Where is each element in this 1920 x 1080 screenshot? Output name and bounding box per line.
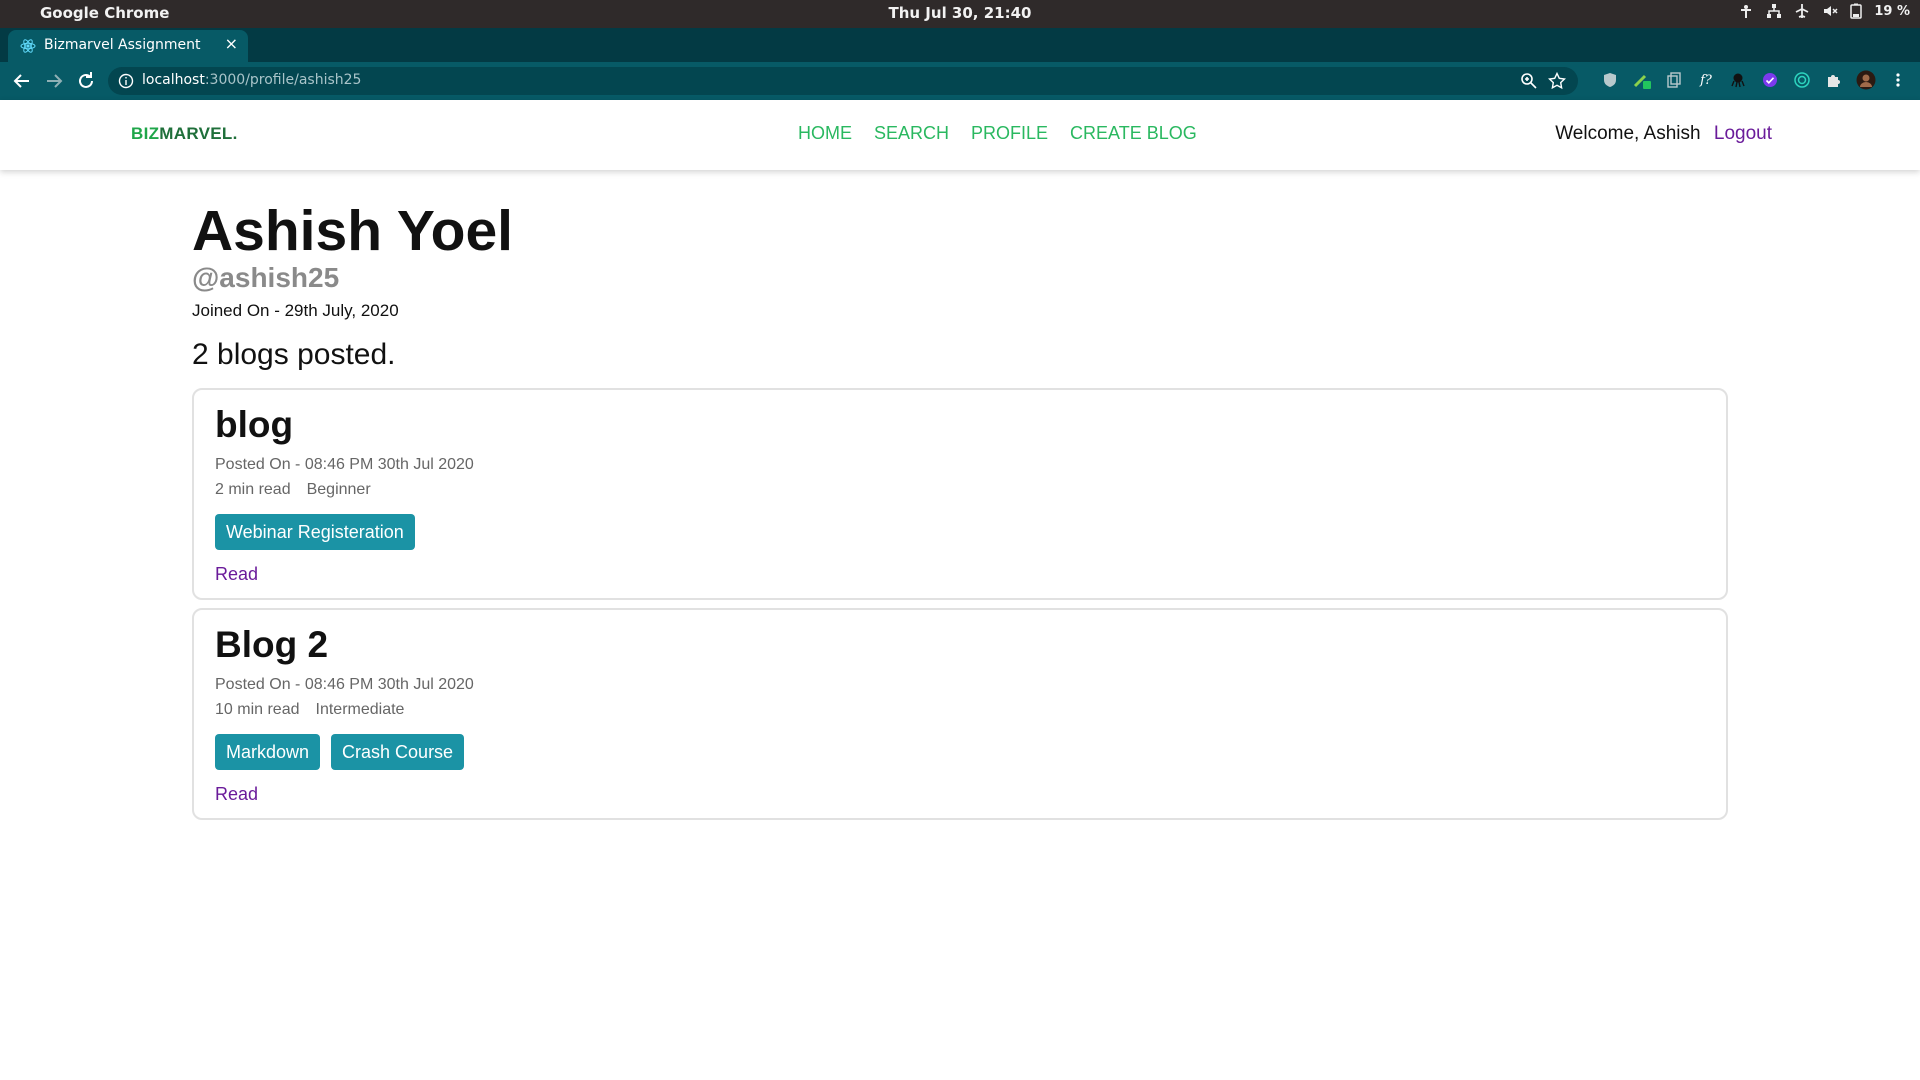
blog-read-time: 10 min read: [215, 701, 300, 718]
logo-marvel: MARVEL.: [159, 124, 238, 143]
extensions-bar: f?: [1600, 70, 1908, 90]
puzzle-extensions-icon[interactable]: [1824, 70, 1844, 90]
blog-level: Beginner: [306, 481, 371, 498]
user-area: Welcome, Ashish Logout: [1555, 123, 1772, 145]
blog-title[interactable]: blog: [215, 404, 293, 446]
forward-arrow-icon[interactable]: [42, 69, 66, 93]
url-host: localhost: [142, 72, 205, 88]
zoom-icon[interactable]: [1520, 72, 1538, 94]
site-header: BIZMARVEL. HOME SEARCH PROFILE CREATE BL…: [0, 100, 1920, 170]
react-favicon-icon: [20, 38, 36, 54]
reload-icon[interactable]: [74, 69, 98, 93]
url-path: :3000/profile/ashish25: [204, 72, 362, 88]
tag-button[interactable]: Markdown: [215, 734, 321, 770]
battery-icon[interactable]: [1850, 3, 1863, 19]
blog-tags: Markdown Crash Course: [215, 734, 465, 770]
welcome-text: Welcome, Ashish: [1555, 123, 1701, 144]
tab-title: Bizmarvel Assignment: [44, 37, 201, 53]
chrome-menu-icon[interactable]: [1888, 70, 1908, 90]
font-extension-icon[interactable]: f?: [1696, 70, 1716, 90]
volume-muted-icon[interactable]: [1822, 3, 1838, 19]
blog-count: 2 blogs posted.: [192, 338, 396, 371]
main-nav: HOME SEARCH PROFILE CREATE BLOG: [798, 123, 1197, 144]
blog-meta: 10 min read Intermediate: [215, 701, 404, 719]
address-bar[interactable]: localhost:3000/profile/ashish25: [108, 67, 1578, 95]
browser-toolbar: localhost:3000/profile/ashish25 f?: [0, 62, 1920, 100]
blog-card: Blog 2 Posted On - 08:46 PM 30th Jul 202…: [192, 608, 1728, 820]
blog-meta: 2 min read Beginner: [215, 481, 371, 499]
nav-home-link[interactable]: HOME: [798, 123, 852, 144]
nav-search-link[interactable]: SEARCH: [874, 123, 949, 144]
network-icon[interactable]: [1766, 3, 1782, 19]
tab-close-icon[interactable]: ×: [225, 34, 238, 53]
site-info-icon[interactable]: [118, 73, 134, 93]
blog-posted-date: Posted On - 08:46 PM 30th Jul 2020: [215, 456, 474, 473]
blog-read-time: 2 min read: [215, 481, 291, 498]
nav-create-blog-link[interactable]: CREATE BLOG: [1070, 123, 1197, 144]
check-circle-extension-icon[interactable]: [1760, 70, 1780, 90]
copy-extension-icon[interactable]: [1664, 70, 1684, 90]
accessibility-icon[interactable]: [1738, 3, 1754, 19]
tag-button[interactable]: Webinar Registeration: [215, 514, 415, 550]
os-top-bar: Google Chrome Thu Jul 30, 21:40 19 %: [0, 0, 1920, 28]
blog-card: blog Posted On - 08:46 PM 30th Jul 2020 …: [192, 388, 1728, 600]
os-clock[interactable]: Thu Jul 30, 21:40: [0, 4, 1920, 22]
read-link[interactable]: Read: [215, 564, 258, 585]
joined-date: Joined On - 29th July, 2020: [192, 301, 399, 320]
battery-percent: 19 %: [1874, 3, 1910, 19]
site-logo[interactable]: BIZMARVEL.: [131, 124, 238, 144]
profile-avatar[interactable]: [1856, 70, 1876, 90]
blog-tags: Webinar Registeration: [215, 514, 415, 550]
blog-title[interactable]: Blog 2: [215, 624, 328, 666]
nav-profile-link[interactable]: PROFILE: [971, 123, 1048, 144]
octopus-extension-icon[interactable]: [1728, 70, 1748, 90]
airplane-icon[interactable]: [1794, 3, 1810, 19]
url-text[interactable]: localhost:3000/profile/ashish25: [142, 72, 361, 88]
tag-button[interactable]: Crash Course: [331, 734, 465, 770]
logout-link[interactable]: Logout: [1714, 123, 1772, 144]
system-tray[interactable]: 19 %: [1738, 3, 1910, 19]
logo-biz: BIZ: [131, 124, 160, 143]
read-link[interactable]: Read: [215, 784, 258, 805]
profile-handle: @ashish25: [192, 262, 340, 293]
browser-tab-strip: Bizmarvel Assignment × +: [0, 28, 1920, 85]
bookmark-star-icon[interactable]: [1547, 71, 1567, 94]
blog-level: Intermediate: [315, 701, 405, 718]
profile-name: Ashish Yoel: [192, 199, 513, 263]
target-extension-icon[interactable]: [1792, 70, 1812, 90]
pen-extension-icon[interactable]: [1632, 70, 1652, 90]
blog-posted-date: Posted On - 08:46 PM 30th Jul 2020: [215, 676, 474, 693]
shield-extension-icon[interactable]: [1600, 70, 1620, 90]
back-arrow-icon[interactable]: [10, 69, 34, 93]
browser-tab-active[interactable]: Bizmarvel Assignment ×: [8, 30, 248, 62]
